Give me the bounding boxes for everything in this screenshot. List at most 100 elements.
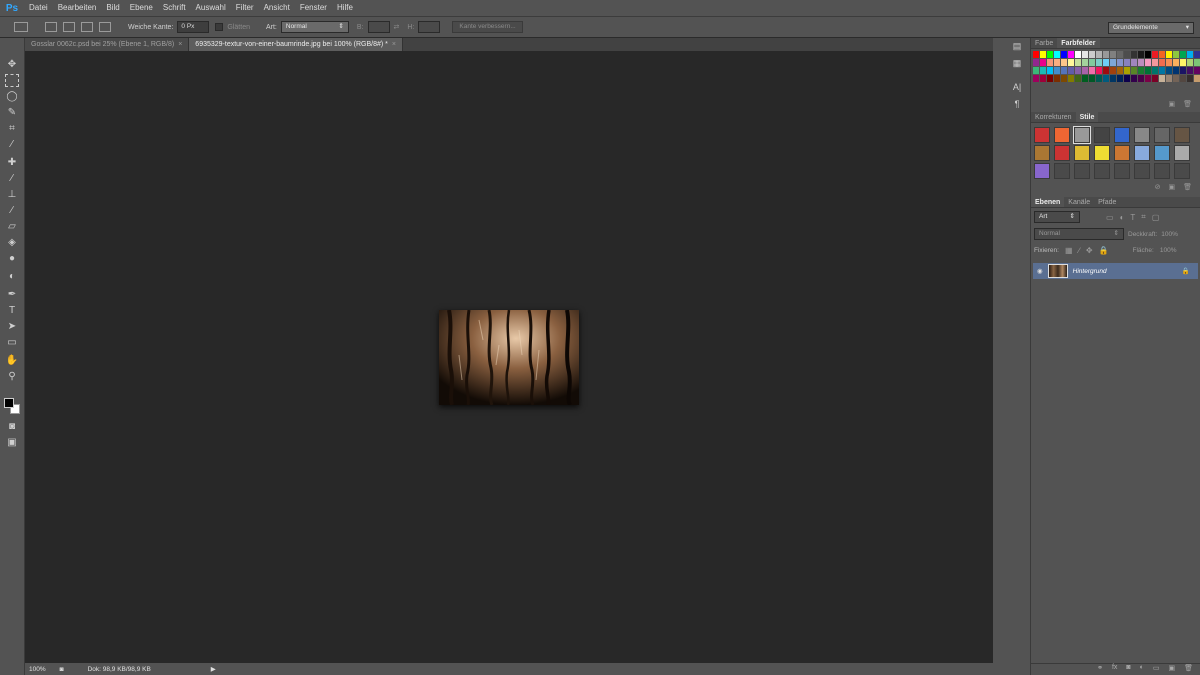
color-swatch[interactable] — [1068, 67, 1074, 74]
color-swatch[interactable] — [1033, 67, 1039, 74]
color-swatch[interactable] — [1033, 59, 1039, 66]
actions-panel-icon[interactable]: ▦ — [1008, 58, 1026, 72]
color-swatch[interactable] — [1054, 51, 1060, 58]
color-swatch[interactable] — [1173, 51, 1179, 58]
screen-mode-icon[interactable]: ▣ — [5, 436, 19, 449]
color-swatch[interactable] — [1124, 51, 1130, 58]
color-swatch[interactable] — [1040, 59, 1046, 66]
color-swatch[interactable] — [1040, 67, 1046, 74]
color-swatch[interactable] — [1173, 67, 1179, 74]
color-swatch[interactable] — [1180, 67, 1186, 74]
delete-style-icon[interactable]: 🗑 — [1183, 183, 1192, 193]
color-swatch[interactable] — [1082, 59, 1088, 66]
layer-row-background[interactable]: ◉ Hintergrund 🔒 — [1033, 263, 1198, 279]
swap-icon[interactable]: ⇄ — [394, 23, 400, 31]
history-panel-icon[interactable]: ▤ — [1008, 41, 1026, 55]
lock-all-icon[interactable]: 🔒 — [1099, 246, 1109, 255]
color-swatch[interactable] — [1138, 51, 1144, 58]
color-swatch[interactable] — [1096, 59, 1102, 66]
layer-name[interactable]: Hintergrund — [1073, 268, 1107, 275]
delete-swatch-icon[interactable]: 🗑 — [1183, 100, 1192, 110]
crop-tool-icon[interactable]: ⌗ — [5, 122, 19, 135]
color-swatch[interactable] — [1068, 59, 1074, 66]
color-swatch[interactable] — [1061, 67, 1067, 74]
clear-style-icon[interactable]: ⊘ — [1155, 183, 1161, 193]
color-swatch[interactable] — [1145, 51, 1151, 58]
feather-input[interactable]: 0 Px — [177, 21, 210, 33]
delete-layer-icon[interactable]: 🗑 — [1184, 664, 1193, 675]
style-preset[interactable] — [1094, 163, 1110, 179]
color-swatch[interactable] — [1089, 51, 1095, 58]
filter-type-icon[interactable]: T — [1130, 213, 1135, 222]
panel-tab-korrekturen[interactable]: Korrekturen — [1031, 112, 1076, 122]
eraser-tool-icon[interactable]: ▱ — [5, 220, 19, 233]
brush-tool-icon[interactable]: ∕ — [5, 172, 19, 185]
color-swatch[interactable] — [1075, 51, 1081, 58]
color-swatch[interactable] — [1040, 51, 1046, 58]
color-swatch[interactable] — [1159, 51, 1165, 58]
intersect-selection-icon[interactable] — [99, 22, 111, 32]
menu-item-fenster[interactable]: Fenster — [295, 0, 332, 16]
panel-tab-pfade[interactable]: Pfade — [1094, 197, 1120, 207]
style-preset[interactable] — [1114, 127, 1130, 143]
rectangle-tool-icon[interactable]: ▭ — [5, 336, 19, 349]
panel-tab-farbe[interactable]: Farbe — [1031, 38, 1057, 48]
color-swatch[interactable] — [1110, 59, 1116, 66]
height-input[interactable] — [418, 21, 441, 33]
refine-edge-button[interactable]: Kante verbessern... — [452, 21, 523, 33]
style-preset[interactable] — [1034, 127, 1050, 143]
layer-style-icon[interactable]: fx — [1112, 664, 1117, 675]
color-swatch[interactable] — [1117, 51, 1123, 58]
blend-mode-select[interactable]: Normal ⇕ — [1034, 228, 1124, 240]
style-preset[interactable] — [1174, 145, 1190, 161]
panel-tab-kanäle[interactable]: Kanäle — [1064, 197, 1094, 207]
color-swatch[interactable] — [1117, 59, 1123, 66]
color-swatch[interactable] — [1082, 51, 1088, 58]
color-swatch[interactable] — [1068, 51, 1074, 58]
color-swatch[interactable] — [1194, 67, 1200, 74]
color-swatch[interactable] — [1103, 51, 1109, 58]
color-swatch[interactable] — [1075, 59, 1081, 66]
zoom-level[interactable]: 100% — [25, 666, 50, 673]
color-swatch[interactable] — [1089, 67, 1095, 74]
menu-item-datei[interactable]: Datei — [24, 0, 53, 16]
style-preset[interactable] — [1134, 127, 1150, 143]
color-swatch[interactable] — [1124, 59, 1130, 66]
color-swatch[interactable] — [1194, 75, 1200, 82]
blur-tool-icon[interactable]: ● — [5, 252, 19, 265]
lock-position-icon[interactable]: ✥ — [1086, 246, 1093, 255]
color-swatch[interactable] — [1166, 51, 1172, 58]
marquee-tool-icon[interactable] — [5, 74, 19, 87]
new-group-icon[interactable]: ▭ — [1153, 664, 1160, 675]
color-swatch[interactable] — [1047, 67, 1053, 74]
color-swatch[interactable] — [1173, 75, 1179, 82]
dodge-tool-icon[interactable]: ◐ — [5, 270, 19, 283]
history-brush-tool-icon[interactable]: ∕ — [5, 204, 19, 217]
lock-pixels-icon[interactable]: ∕ — [1079, 246, 1080, 255]
menu-item-ebene[interactable]: Ebene — [125, 0, 158, 16]
workspace-select[interactable]: Grundelemente ▾ — [1108, 22, 1194, 34]
new-style-icon[interactable]: ▣ — [1168, 183, 1175, 193]
panel-tab-farbfelder[interactable]: Farbfelder — [1057, 38, 1100, 48]
color-swatch[interactable] — [1047, 59, 1053, 66]
color-swatch[interactable] — [1054, 67, 1060, 74]
color-swatch[interactable] — [1166, 59, 1172, 66]
subtract-selection-icon[interactable] — [81, 22, 93, 32]
style-preset[interactable] — [1154, 163, 1170, 179]
color-swatch[interactable] — [1103, 75, 1109, 82]
style-preset[interactable] — [1094, 127, 1110, 143]
color-swatch[interactable] — [1061, 51, 1067, 58]
color-swatch[interactable] — [1180, 75, 1186, 82]
color-swatch[interactable] — [1089, 75, 1095, 82]
hand-tool-icon[interactable]: ✋ — [5, 354, 19, 367]
color-swatch[interactable] — [1082, 75, 1088, 82]
color-swatch[interactable] — [1061, 59, 1067, 66]
style-preset[interactable] — [1174, 163, 1190, 179]
color-swatch[interactable] — [1159, 67, 1165, 74]
menu-item-hilfe[interactable]: Hilfe — [332, 0, 358, 16]
color-swatch[interactable] — [1040, 75, 1046, 82]
style-preset[interactable] — [1114, 163, 1130, 179]
style-preset[interactable] — [1073, 126, 1091, 144]
color-swatch[interactable] — [1159, 75, 1165, 82]
filter-adjust-icon[interactable]: ◐ — [1120, 213, 1125, 222]
